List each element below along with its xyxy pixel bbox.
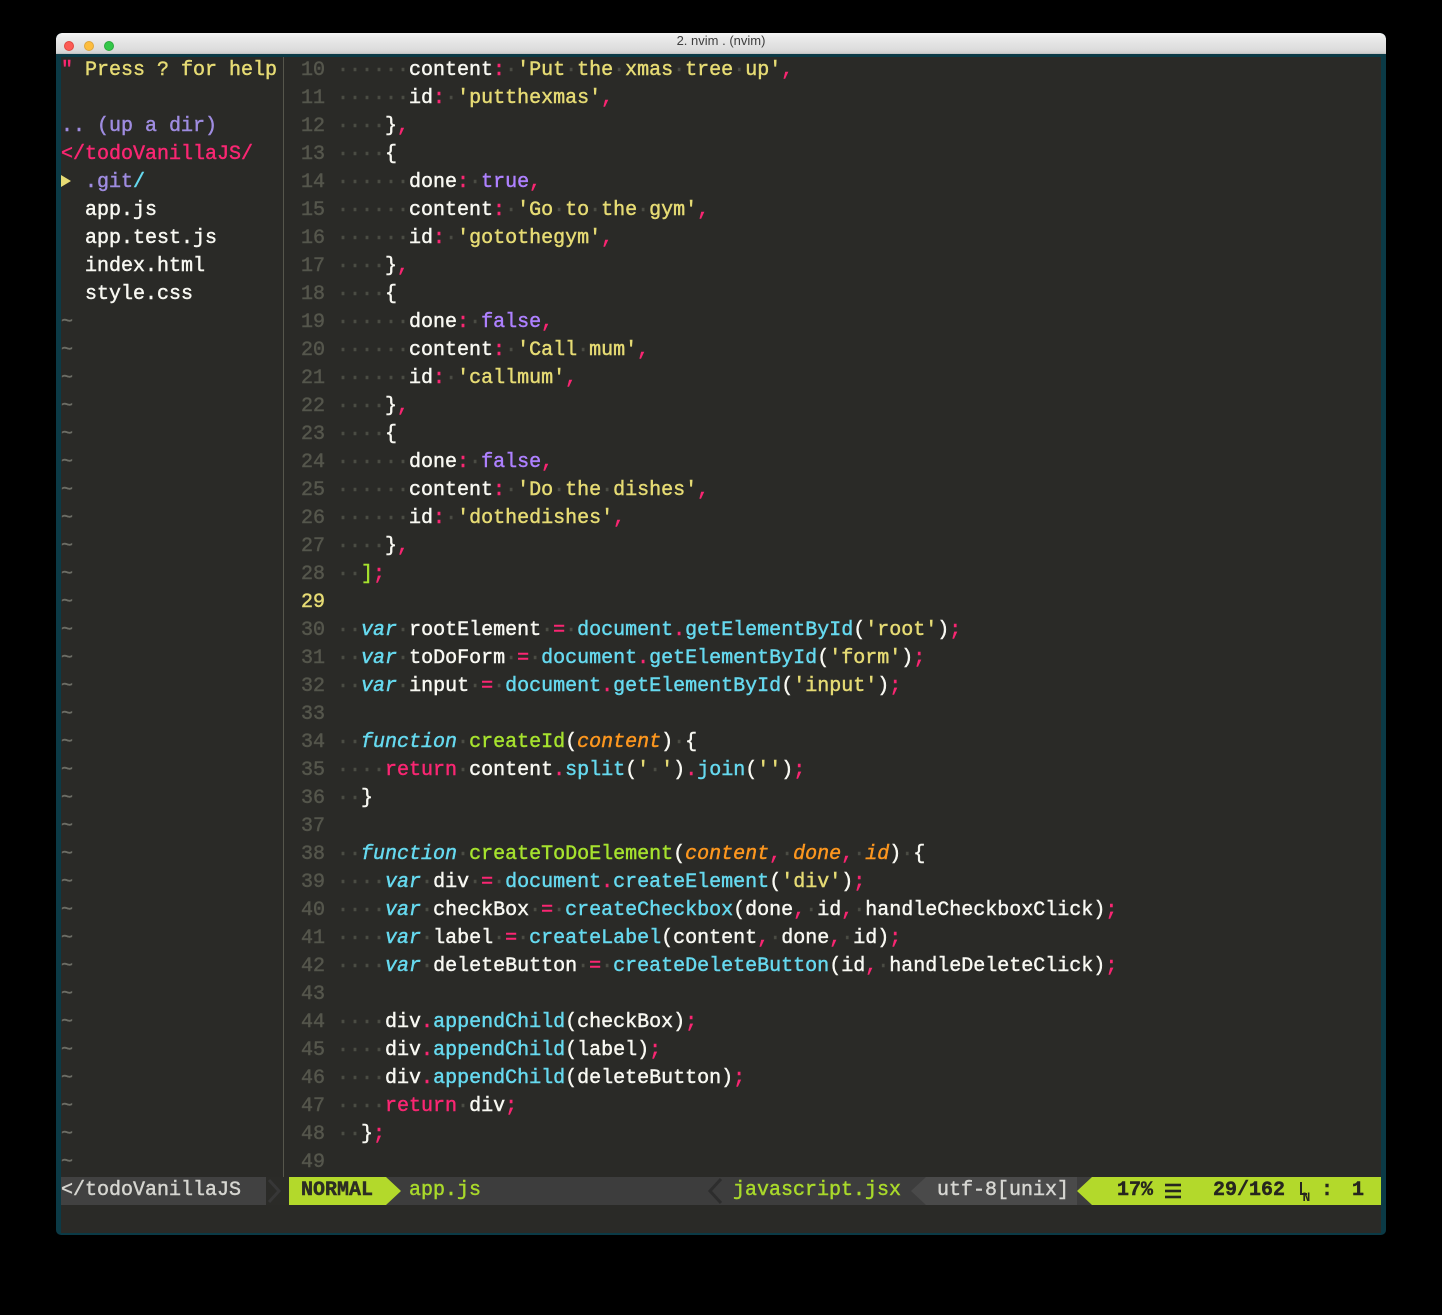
svg-text:N: N: [1303, 1190, 1311, 1205]
